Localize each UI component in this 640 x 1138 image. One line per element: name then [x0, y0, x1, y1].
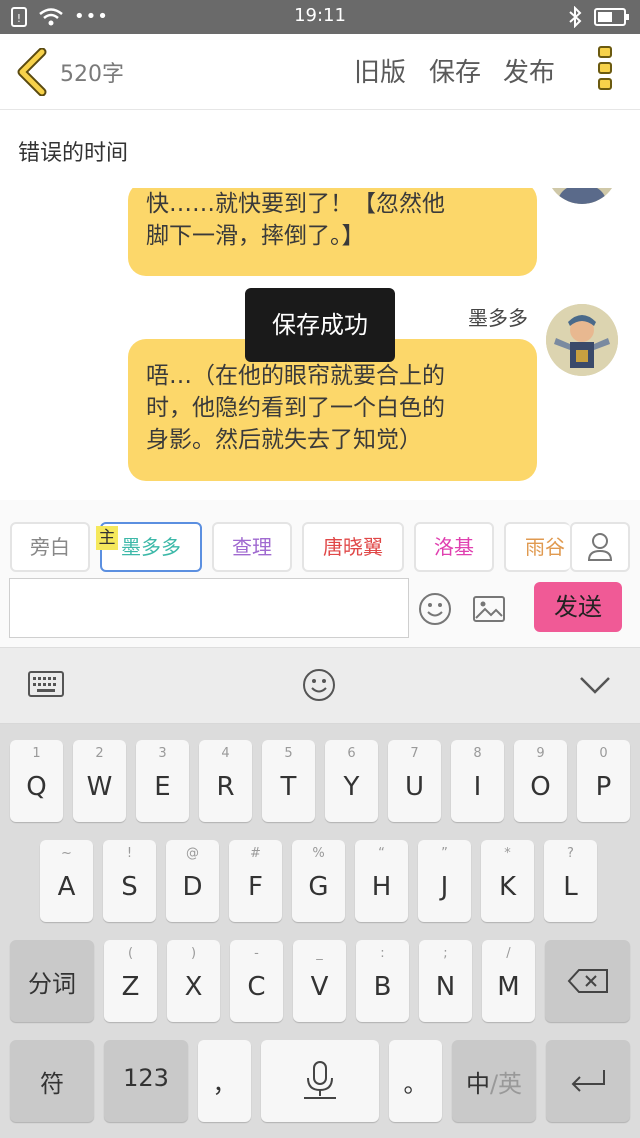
character-chip-narrator[interactable]: 旁白	[10, 522, 90, 572]
document-title-bar[interactable]: 错误的时间	[0, 110, 640, 188]
key-a[interactable]: ~ A	[40, 840, 93, 922]
character-chip-luoji[interactable]: 洛基	[414, 522, 494, 572]
document-title: 错误的时间	[18, 141, 129, 166]
old-version-button[interactable]: 旧版	[354, 52, 406, 89]
key-q[interactable]: 1Q	[10, 740, 63, 822]
voice-input-key[interactable]	[261, 1040, 379, 1122]
enter-icon	[571, 1070, 605, 1092]
save-button[interactable]: 保存	[429, 52, 481, 89]
comma-key[interactable]: ，	[198, 1040, 251, 1122]
period-key[interactable]: 。	[389, 1040, 442, 1122]
character-chip-chali[interactable]: 查理	[212, 522, 292, 572]
emoji-icon	[303, 669, 335, 701]
key-i[interactable]: 8I	[451, 740, 504, 822]
numbers-key[interactable]: 123	[104, 1040, 188, 1122]
key-j[interactable]: ” J	[418, 840, 471, 922]
back-button[interactable]	[14, 47, 54, 97]
key-y[interactable]: 6Y	[325, 740, 378, 822]
avatar	[546, 188, 618, 204]
key-x[interactable]: ) X	[167, 940, 220, 1022]
key-n[interactable]: ; N	[419, 940, 472, 1022]
keyboard-emoji-button[interactable]	[302, 668, 336, 706]
composer-panel: 旁白 墨多多 主 查理 唐晓翼 洛基 雨谷 发送	[0, 500, 640, 648]
key-z[interactable]: (Z	[104, 940, 157, 1022]
battery-icon	[594, 8, 629, 26]
backspace-icon	[567, 969, 608, 993]
enter-key[interactable]	[546, 1040, 630, 1122]
key-s[interactable]: ! S	[103, 840, 156, 922]
status-bar: ! ••• 19:11	[0, 0, 640, 34]
symbols-key[interactable]: 符	[10, 1040, 94, 1122]
key-h[interactable]: “H	[355, 840, 408, 922]
keyboard: 1Q 2W 3E 4R 5T 6Y 7U 8I 9O 0P ~ A ! S @ D #…	[0, 724, 640, 1138]
language-switch-key[interactable]: 中/英	[452, 1040, 536, 1122]
character-chip-tangxiaoyi[interactable]: 唐晓翼	[302, 522, 404, 572]
emoji-button[interactable]	[418, 592, 452, 626]
back-arrow-icon	[17, 47, 47, 97]
microphone-icon	[304, 1061, 336, 1099]
chevron-down-icon	[580, 677, 610, 694]
hide-keyboard-button[interactable]	[578, 672, 612, 702]
speaker-name: 墨多多	[468, 306, 528, 330]
key-e[interactable]: 3E	[136, 740, 189, 822]
segment-key[interactable]: 分词	[10, 940, 94, 1022]
key-b[interactable]: :B	[356, 940, 409, 1022]
emoji-icon	[419, 593, 451, 625]
key-d[interactable]: @ D	[166, 840, 219, 922]
key-w[interactable]: 2W	[73, 740, 126, 822]
image-icon	[473, 596, 505, 622]
main-character-badge: 主	[96, 526, 118, 550]
key-v[interactable]: _ V	[293, 940, 346, 1022]
key-r[interactable]: 4R	[199, 740, 252, 822]
chat-area: 快……就快要到了！【忽然他 脚下一滑，摔倒了。】 墨多多 唔…（在他的眼帘就要合…	[0, 188, 640, 500]
key-k[interactable]: * K	[481, 840, 534, 922]
save-success-toast: 保存成功	[245, 288, 395, 362]
keyboard-icon	[28, 671, 64, 697]
avatar[interactable]	[546, 304, 618, 376]
character-chip-yugu[interactable]: 雨谷	[504, 522, 570, 572]
key-o[interactable]: 9O	[514, 740, 567, 822]
editor-header: 520字 旧版 保存 发布	[0, 34, 640, 110]
person-icon	[587, 533, 613, 561]
key-g[interactable]: % G	[292, 840, 345, 922]
key-p[interactable]: 0P	[577, 740, 630, 822]
bluetooth-icon	[569, 6, 582, 28]
message-input[interactable]	[9, 578, 409, 638]
image-button[interactable]	[472, 592, 506, 626]
key-c[interactable]: -C	[230, 940, 283, 1022]
backspace-key[interactable]	[545, 940, 630, 1022]
more-menu-button[interactable]	[598, 46, 616, 98]
key-m[interactable]: / M	[482, 940, 535, 1022]
key-u[interactable]: 7U	[388, 740, 441, 822]
key-t[interactable]: 5T	[262, 740, 315, 822]
send-button[interactable]: 发送	[534, 582, 622, 632]
message-bubble[interactable]: 快……就快要到了！【忽然他 脚下一滑，摔倒了。】	[128, 188, 537, 276]
key-f[interactable]: # F	[229, 840, 282, 922]
clock: 19:11	[294, 5, 346, 26]
publish-button[interactable]: 发布	[503, 52, 555, 89]
keyboard-switch-button[interactable]	[28, 670, 64, 702]
key-l[interactable]: ? L	[544, 840, 597, 922]
keyboard-toolbar	[0, 648, 640, 724]
character-manage-button[interactable]	[570, 522, 630, 572]
word-count: 520字	[60, 62, 124, 87]
